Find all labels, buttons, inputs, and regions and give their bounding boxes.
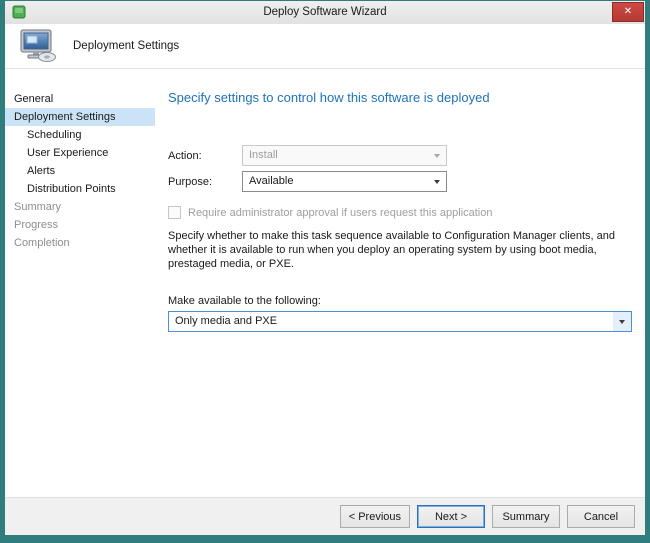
sidebar-item-scheduling[interactable]: Scheduling bbox=[5, 126, 155, 144]
sidebar-item-general[interactable]: General bbox=[5, 90, 155, 108]
next-button[interactable]: Next > bbox=[417, 505, 485, 528]
make-available-label: Make available to the following: bbox=[168, 295, 632, 307]
wizard-footer: < Previous Next > Summary Cancel bbox=[5, 497, 645, 535]
sidebar-item-progress: Progress bbox=[5, 216, 155, 234]
header-title: Deployment Settings bbox=[73, 40, 179, 52]
page-heading: Specify settings to control how this sof… bbox=[168, 90, 632, 105]
make-available-value: Only media and PXE bbox=[169, 312, 613, 331]
action-label: Action: bbox=[168, 150, 242, 162]
previous-button[interactable]: < Previous bbox=[340, 505, 410, 528]
purpose-value: Available bbox=[243, 172, 428, 191]
sidebar-item-completion: Completion bbox=[5, 234, 155, 252]
approval-checkbox-row: Require administrator approval if users … bbox=[168, 206, 632, 219]
deploy-software-wizard-window: Deploy Software Wizard ✕ Deployment Sett… bbox=[0, 0, 650, 543]
summary-button[interactable]: Summary bbox=[492, 505, 560, 528]
chevron-down-icon bbox=[428, 172, 446, 191]
content-panel: Specify settings to control how this sof… bbox=[155, 69, 645, 497]
cancel-button[interactable]: Cancel bbox=[567, 505, 635, 528]
description-text: Specify whether to make this task sequen… bbox=[168, 229, 632, 271]
approval-checkbox bbox=[168, 206, 181, 219]
close-icon: ✕ bbox=[624, 6, 632, 17]
wizard-steps-sidebar: General Deployment Settings Scheduling U… bbox=[5, 69, 155, 497]
title-bar[interactable]: Deploy Software Wizard ✕ bbox=[5, 1, 645, 24]
deployment-settings-icon bbox=[17, 28, 57, 64]
sidebar-item-summary: Summary bbox=[5, 198, 155, 216]
sidebar-item-alerts[interactable]: Alerts bbox=[5, 162, 155, 180]
action-value: Install bbox=[243, 146, 428, 165]
chevron-down-icon bbox=[613, 312, 631, 331]
approval-checkbox-label: Require administrator approval if users … bbox=[188, 207, 493, 219]
purpose-select[interactable]: Available bbox=[242, 171, 447, 192]
sidebar-item-distribution-points[interactable]: Distribution Points bbox=[5, 180, 155, 198]
purpose-label: Purpose: bbox=[168, 176, 242, 188]
sidebar-item-user-experience[interactable]: User Experience bbox=[5, 144, 155, 162]
wizard-body: General Deployment Settings Scheduling U… bbox=[5, 69, 645, 497]
close-button[interactable]: ✕ bbox=[612, 2, 644, 22]
make-available-select[interactable]: Only media and PXE bbox=[168, 311, 632, 332]
wizard-header: Deployment Settings bbox=[5, 24, 645, 69]
action-row: Action: Install bbox=[168, 145, 632, 166]
chevron-down-icon bbox=[428, 146, 446, 165]
action-select: Install bbox=[242, 145, 447, 166]
purpose-row: Purpose: Available bbox=[168, 171, 632, 192]
window-title: Deploy Software Wizard bbox=[5, 1, 645, 24]
sidebar-item-deployment-settings[interactable]: Deployment Settings bbox=[5, 108, 155, 126]
